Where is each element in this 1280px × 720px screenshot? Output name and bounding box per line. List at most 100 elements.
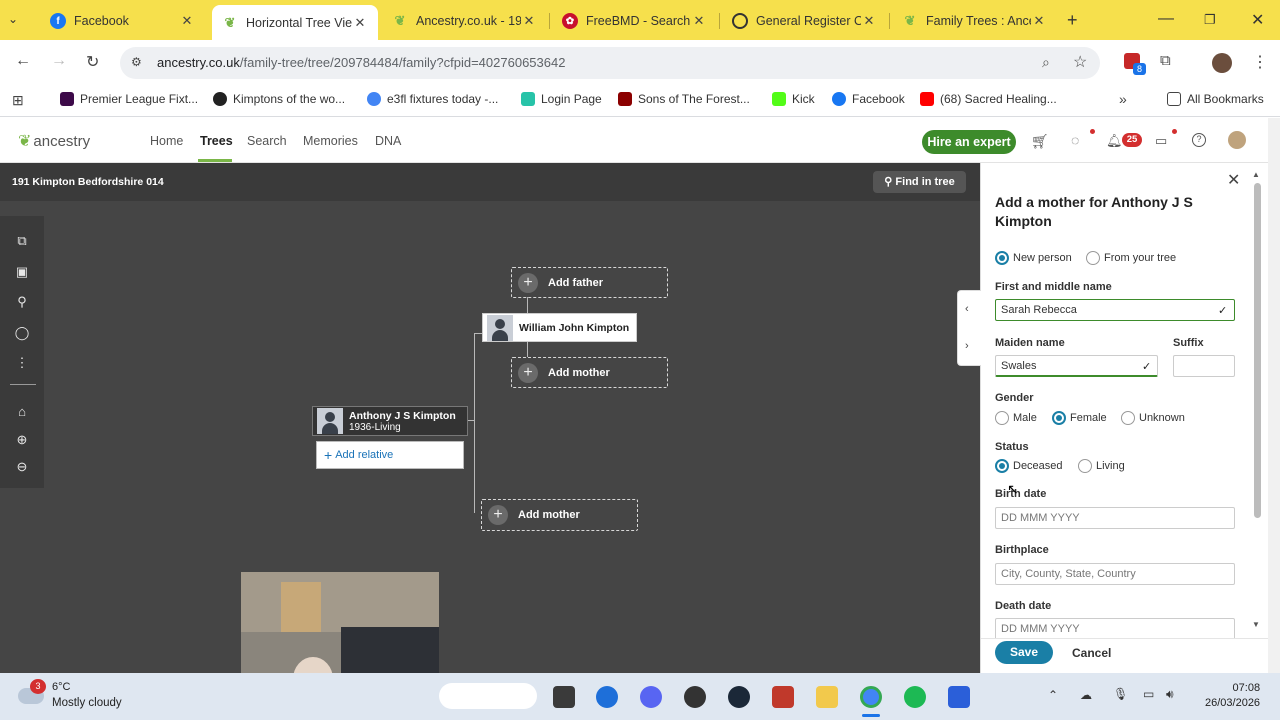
apps-grid-icon[interactable]: ⊞ <box>12 92 24 109</box>
help-icon[interactable]: ? <box>1192 133 1206 147</box>
radio-female[interactable] <box>1052 411 1066 425</box>
scroll-down-arrow-icon[interactable]: ▼ <box>1252 620 1260 629</box>
close-icon[interactable]: ✕ <box>691 13 707 29</box>
more-bookmarks-chevron-icon[interactable]: » <box>1119 91 1127 107</box>
person-card-father[interactable]: William John Kimpton <box>482 313 637 342</box>
forward-arrow-icon[interactable]: → <box>51 52 67 70</box>
close-panel-icon[interactable]: ✕ <box>1227 170 1240 190</box>
zoom-search-icon[interactable]: ⌕ <box>1042 54 1050 71</box>
volume-icon[interactable]: 🔊︎ <box>1166 687 1174 702</box>
chatgpt-icon[interactable] <box>684 686 706 708</box>
bookmark-sons-forest[interactable]: Sons of The Forest... <box>618 92 750 106</box>
media-gallery-icon[interactable]: ▣ <box>14 264 30 280</box>
find-in-tree-button[interactable]: ⚲ Find in tree <box>873 171 966 193</box>
add-mother-button-lower[interactable]: + Add mother <box>481 499 638 531</box>
bell-icon[interactable]: 🔔︎ <box>1106 133 1123 149</box>
radio-deceased[interactable] <box>995 459 1009 473</box>
page-scrollbar[interactable] <box>1268 118 1280 673</box>
hire-expert-button[interactable]: Hire an expert <box>922 130 1016 154</box>
weather-temp[interactable]: 6°C <box>52 681 70 693</box>
system-clock[interactable]: 07:08 26/03/2026 <box>1205 681 1260 711</box>
extensions-puzzle-icon[interactable]: ⧉ <box>1160 52 1171 69</box>
tab-horizontal-tree[interactable]: ❦ Horizontal Tree Vie ✕ <box>212 5 378 40</box>
birth-date-input[interactable] <box>995 507 1235 529</box>
close-icon[interactable]: ✕ <box>179 13 195 29</box>
close-icon[interactable]: ✕ <box>861 13 877 29</box>
add-relative-button[interactable]: + Add relative <box>316 441 464 469</box>
nav-home[interactable]: Home <box>150 134 183 148</box>
spotify-icon[interactable] <box>904 686 926 708</box>
radio-new-person[interactable] <box>995 251 1009 265</box>
tree-view-icon[interactable]: ⧉ <box>14 233 30 249</box>
user-avatar[interactable] <box>1228 131 1246 149</box>
tree-canvas[interactable] <box>0 163 980 673</box>
bookmark-star-icon[interactable]: ☆ <box>1073 52 1087 72</box>
save-button[interactable]: Save <box>995 641 1053 664</box>
add-father-button[interactable]: + Add father <box>511 267 668 298</box>
network-icon[interactable]: ▭ <box>1143 687 1154 701</box>
cancel-button[interactable]: Cancel <box>1072 646 1111 660</box>
bookmark-facebook[interactable]: Facebook <box>832 92 905 106</box>
radio-male[interactable] <box>995 411 1009 425</box>
bookmark-kick[interactable]: Kick <box>772 92 815 106</box>
chevron-left-icon[interactable]: ‹ <box>965 303 969 315</box>
birthplace-input[interactable] <box>995 563 1235 585</box>
messages-icon[interactable]: ▭ <box>1155 133 1167 149</box>
copilot-icon[interactable] <box>596 686 618 708</box>
chrome-icon[interactable] <box>860 686 882 708</box>
close-icon[interactable]: ✕ <box>1031 13 1047 29</box>
cart-icon[interactable]: 🛒︎ <box>1031 133 1049 150</box>
more-options-icon[interactable]: ⋮ <box>14 355 30 371</box>
maiden-name-input[interactable] <box>995 355 1158 377</box>
window-close-icon[interactable]: ✕ <box>1251 10 1264 30</box>
tree-name[interactable]: 191 Kimpton Bedfordshire 014 <box>12 176 164 188</box>
radio-from-tree[interactable] <box>1086 251 1100 265</box>
ancestry-logo[interactable]: ❦ ancestry <box>18 131 90 151</box>
hints-leaf-icon[interactable]: ◌ <box>1071 132 1079 148</box>
url-text[interactable]: ancestry.co.uk/family-tree/tree/20978448… <box>157 55 565 70</box>
bookmark-e3fl[interactable]: e3fl fixtures today -... <box>367 92 498 106</box>
menu-kebab-icon[interactable]: ⋮ <box>1252 52 1268 72</box>
taskbar-search-box[interactable] <box>439 683 537 709</box>
close-icon[interactable]: ✕ <box>521 13 537 29</box>
discord-icon[interactable] <box>640 686 662 708</box>
scroll-up-arrow-icon[interactable]: ▲ <box>1252 170 1260 179</box>
panel-scrollbar-thumb[interactable] <box>1254 183 1261 518</box>
reload-icon[interactable]: ↻ <box>86 52 99 72</box>
tab-ancestry-1939[interactable]: ❦ Ancestry.co.uk - 19 ✕ <box>382 6 547 36</box>
bookmark-login-page[interactable]: Login Page <box>521 92 602 106</box>
search-person-icon[interactable]: ⚲ <box>14 294 30 310</box>
nav-dna[interactable]: DNA <box>375 134 401 148</box>
zoom-in-icon[interactable]: ⊕ <box>14 432 30 448</box>
folder-icon[interactable] <box>816 686 838 708</box>
first-middle-name-input[interactable] <box>995 299 1235 321</box>
weather-desc[interactable]: Mostly cloudy <box>52 697 122 709</box>
bookmark-sacred-healing[interactable]: (68) Sacred Healing... <box>920 92 1057 106</box>
onedrive-icon[interactable]: ☁ <box>1080 688 1092 702</box>
profile-avatar[interactable] <box>1212 53 1232 73</box>
suffix-input[interactable] <box>1173 355 1235 377</box>
radio-unknown[interactable] <box>1121 411 1135 425</box>
back-arrow-icon[interactable]: ← <box>15 52 31 70</box>
tab-general-register[interactable]: General Register O ✕ <box>722 6 887 36</box>
bookmark-kimptons[interactable]: Kimptons of the wo... <box>213 92 345 106</box>
bookmark-premier-league[interactable]: Premier League Fixt... <box>60 92 198 106</box>
home-icon[interactable]: ⌂ <box>14 404 30 419</box>
tab-search-chevron-icon[interactable]: ⌄ <box>8 12 30 30</box>
close-icon[interactable]: ✕ <box>352 15 368 31</box>
new-tab-plus-icon[interactable]: + <box>1067 10 1078 31</box>
nav-memories[interactable]: Memories <box>303 134 358 148</box>
tab-family-trees[interactable]: ❦ Family Trees : Ance ✕ <box>892 6 1057 36</box>
restore-icon[interactable]: ❐ <box>1204 12 1216 28</box>
death-date-input[interactable] <box>995 618 1235 640</box>
chevron-right-icon[interactable]: › <box>965 340 969 352</box>
steam-icon[interactable] <box>728 686 750 708</box>
site-info-icon[interactable]: ⚙ <box>131 55 142 69</box>
tab-facebook[interactable]: f Facebook ✕ <box>40 6 205 36</box>
focus-person-card[interactable]: Anthony J S Kimpton 1936-Living <box>312 406 468 436</box>
comments-icon[interactable]: ◯ <box>14 325 30 341</box>
minimize-icon[interactable]: — <box>1158 10 1174 28</box>
app-icon[interactable] <box>948 686 970 708</box>
all-bookmarks[interactable]: All Bookmarks <box>1167 92 1264 106</box>
nav-trees[interactable]: Trees <box>200 134 233 148</box>
